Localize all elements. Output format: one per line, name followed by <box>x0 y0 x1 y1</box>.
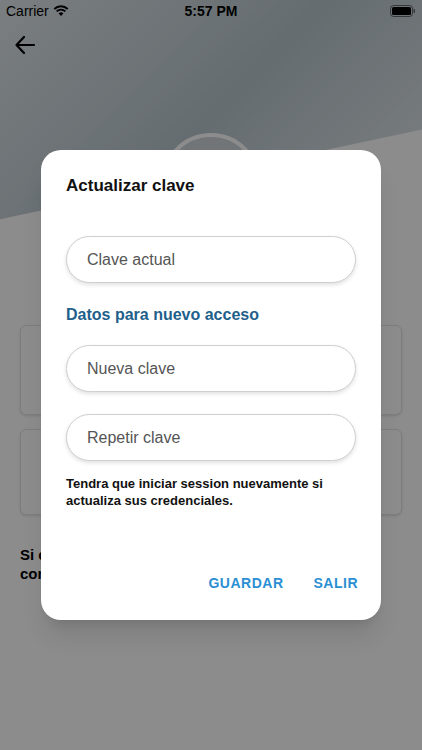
repeat-password-input[interactable] <box>66 414 356 461</box>
new-password-input[interactable] <box>66 345 356 392</box>
current-password-input[interactable] <box>66 236 356 283</box>
dialog-title: Actualizar clave <box>66 176 356 196</box>
section-title: Datos para nuevo acceso <box>66 305 356 325</box>
update-password-dialog: Actualizar clave Datos para nuevo acceso T… <box>41 150 381 620</box>
exit-button[interactable]: SALIR <box>310 567 363 600</box>
logout-note: Tendra que iniciar session nuevamente si… <box>66 475 356 509</box>
save-button[interactable]: GUARDAR <box>204 567 287 600</box>
dialog-actions: GUARDAR SALIR <box>66 547 362 600</box>
